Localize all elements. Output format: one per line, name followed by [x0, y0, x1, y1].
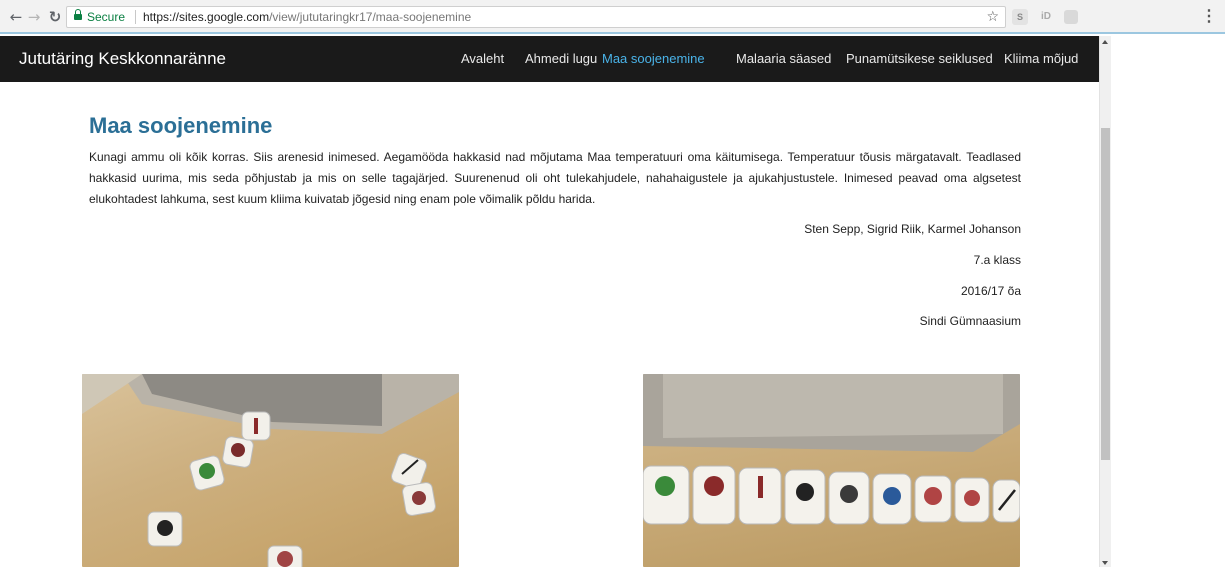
- story-dice-photo: [82, 374, 459, 567]
- body-paragraph: Kunagi ammu oli kõik korras. Siis arenes…: [89, 150, 1021, 206]
- story-dice-row-photo: [643, 374, 1020, 567]
- dice-scatter-illustration: [82, 374, 459, 567]
- scroll-down-arrow-icon[interactable]: [1102, 561, 1108, 565]
- address-separator: [135, 10, 136, 24]
- site-title[interactable]: Jututäring Keskkonnaränne: [19, 36, 226, 82]
- url-text[interactable]: https://sites.google.com/view/jututaring…: [143, 7, 471, 27]
- dice-row-illustration: [643, 374, 1020, 525]
- browser-menu-icon[interactable]: ⋮: [1201, 7, 1217, 27]
- nav-item-avaleht[interactable]: Avaleht: [461, 36, 504, 82]
- nav-item-kliima-mojud[interactable]: Kliima mõjud: [1004, 36, 1078, 82]
- lock-icon: [74, 9, 82, 21]
- class-text: 7.a klass: [973, 253, 1021, 267]
- secure-label: Secure: [87, 10, 126, 24]
- scroll-thumb[interactable]: [1101, 128, 1110, 460]
- authors-text: Sten Sepp, Sigrid Riik, Karmel Johanson: [804, 222, 1021, 236]
- year-text: 2016/17 õa: [960, 284, 1021, 298]
- nav-item-maa-soojenemine[interactable]: Maa soojenemine: [602, 36, 705, 82]
- reload-icon[interactable]: ↻: [47, 9, 63, 25]
- nav-item-punamutsikese-seiklused[interactable]: Punamütsikese seiklused: [846, 36, 993, 82]
- scroll-up-arrow-icon[interactable]: [1102, 40, 1108, 44]
- nav-item-malaaria-saased[interactable]: Malaaria säased: [736, 36, 831, 82]
- bookmark-star-icon[interactable]: ☆: [986, 7, 999, 27]
- back-arrow-icon[interactable]: ←: [8, 9, 24, 25]
- site-header: Jututäring Keskkonnaränne Avaleht Ahmedi…: [0, 36, 1099, 82]
- browser-toolbar: ← → ↻ Secure https://sites.google.com/vi…: [0, 0, 1225, 34]
- extension-square-icon[interactable]: [1064, 10, 1078, 24]
- page-title: Maa soojenemine: [89, 113, 273, 138]
- extension-id-icon[interactable]: iD: [1038, 9, 1054, 25]
- vertical-scrollbar[interactable]: [1099, 36, 1111, 567]
- extension-s-icon[interactable]: S: [1012, 9, 1028, 25]
- nav-item-ahmedi-lugu[interactable]: Ahmedi lugu: [525, 36, 597, 82]
- forward-arrow-icon[interactable]: →: [26, 9, 42, 25]
- school-text: Sindi Gümnaasium: [919, 314, 1021, 328]
- address-bar[interactable]: Secure https://sites.google.com/view/jut…: [66, 6, 1006, 28]
